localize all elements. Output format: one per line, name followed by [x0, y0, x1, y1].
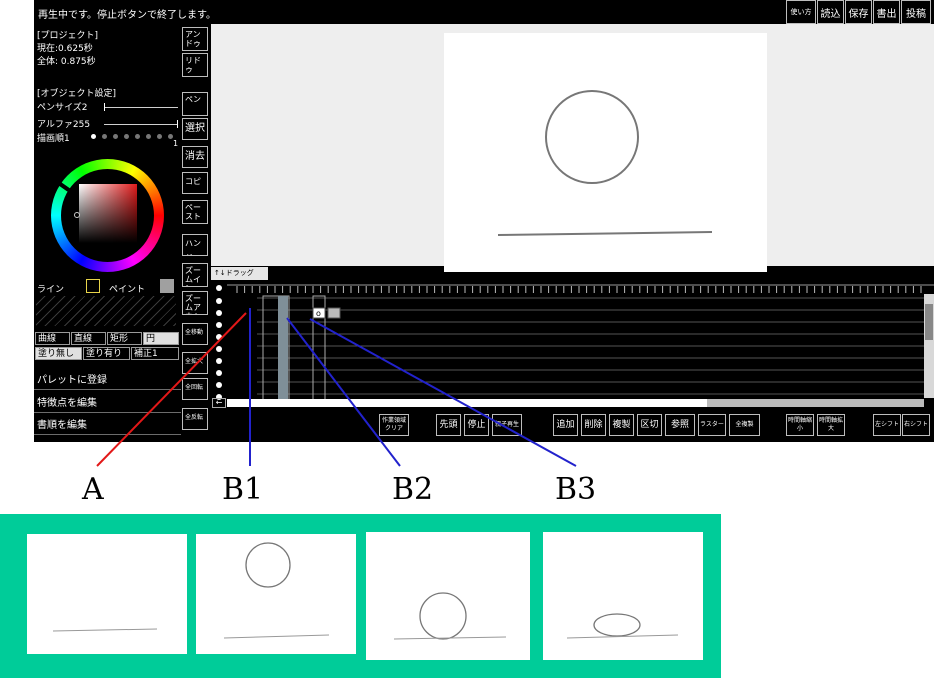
callout-label-a: A [82, 472, 104, 507]
callout-label-b1: B1 [222, 472, 264, 507]
callout-label-b2: B2 [392, 472, 434, 507]
preview-b3-squashed-circle [593, 613, 641, 637]
callout-line-b3 [309, 318, 577, 467]
frame-preview-strip [0, 514, 721, 678]
preview-b3-drawing [566, 613, 679, 639]
callout-line-a [96, 312, 247, 467]
callout-label-b3: B3 [555, 472, 597, 507]
preview-frame-b3 [543, 532, 703, 660]
preview-frame-a [27, 534, 187, 654]
preview-b2-circle [419, 592, 467, 640]
preview-a-drawing [52, 628, 158, 632]
preview-frame-b1 [196, 534, 356, 654]
preview-b1-circle [245, 542, 291, 588]
preview-frame-b2 [366, 532, 530, 660]
callout-line-b2 [286, 317, 401, 467]
preview-b1-ground [223, 634, 330, 639]
preview-b2-drawing [393, 592, 507, 640]
preview-b1-drawing [223, 542, 330, 639]
preview-a-ground [52, 628, 158, 632]
